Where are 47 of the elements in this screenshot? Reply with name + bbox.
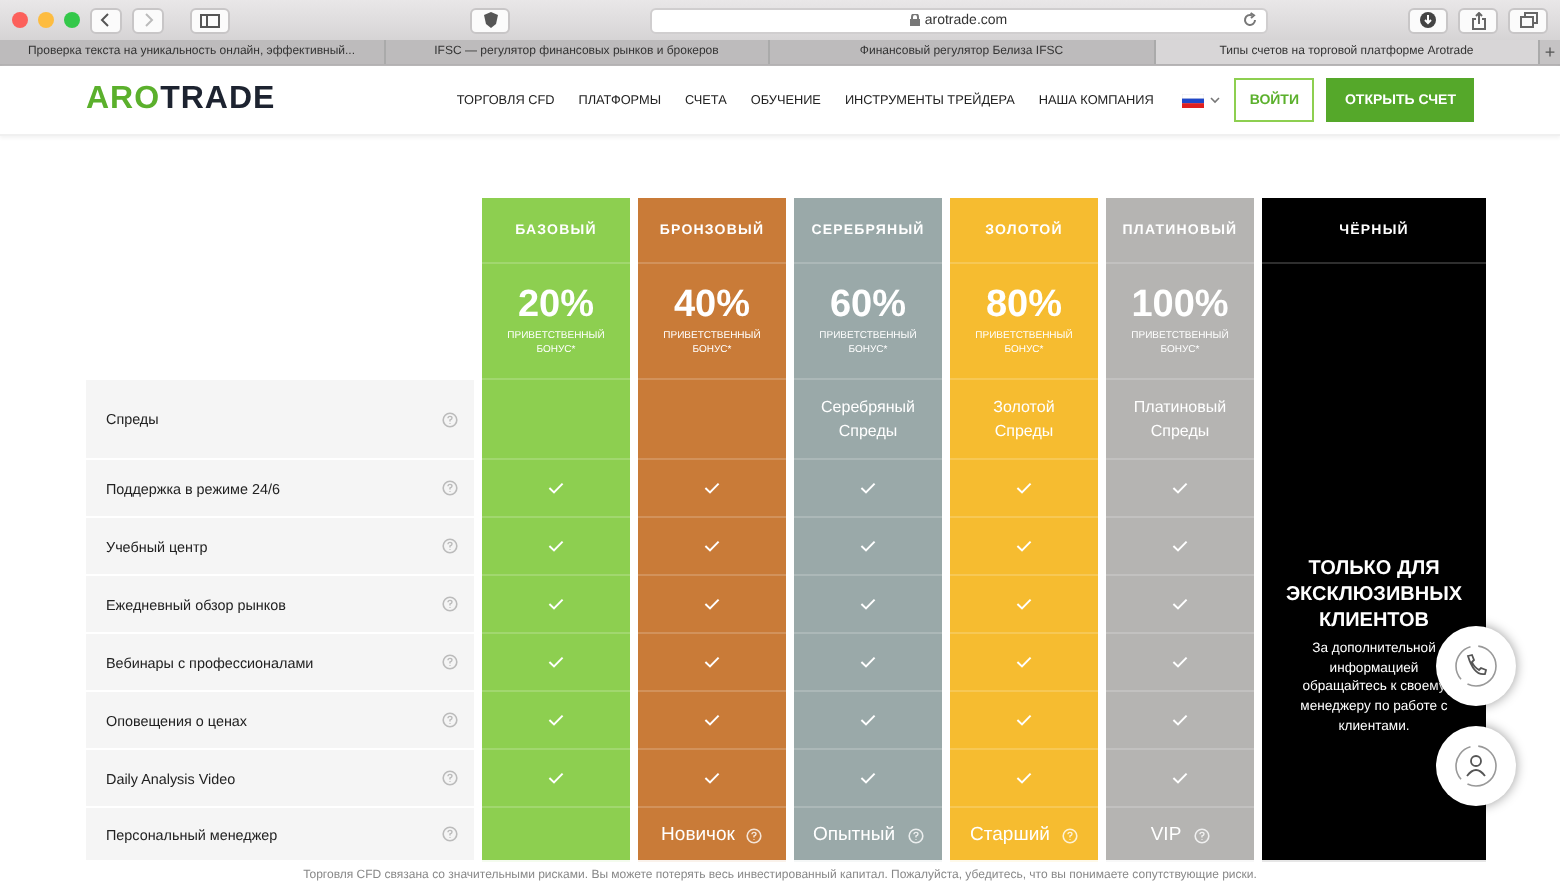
- close-window-button[interactable]: [12, 12, 28, 28]
- logo[interactable]: AROTRADE: [86, 82, 276, 118]
- lock-icon: [910, 14, 921, 26]
- spreads-value: Серебряный Спреды: [819, 396, 917, 442]
- phone-icon: [1454, 644, 1498, 688]
- download-button[interactable]: [1408, 7, 1448, 33]
- help-icon[interactable]: [442, 654, 458, 670]
- sidebar-icon: [200, 13, 220, 27]
- flag-icon: [1181, 93, 1204, 107]
- help-icon[interactable]: [442, 770, 458, 786]
- help-icon[interactable]: [442, 596, 458, 612]
- download-icon: [1420, 12, 1436, 28]
- manager-level: Опытный: [812, 824, 896, 846]
- share-icon: [1471, 11, 1485, 29]
- minimize-window-button[interactable]: [38, 12, 54, 28]
- spreads-value: Платиновый Спреды: [1131, 396, 1229, 442]
- help-icon[interactable]: [442, 480, 458, 496]
- back-icon: [98, 12, 114, 28]
- bonus-percent: 40%: [673, 286, 751, 325]
- forward-icon: [140, 12, 156, 28]
- caret-icon: [1209, 96, 1220, 104]
- reload-icon[interactable]: [1242, 11, 1258, 27]
- manager-level: VIP: [1150, 824, 1182, 846]
- bonus-percent: 80%: [985, 286, 1063, 325]
- language-selector[interactable]: [1181, 93, 1220, 107]
- back-button[interactable]: [90, 7, 122, 33]
- bonus-percent: 60%: [829, 286, 907, 325]
- exclusive-title: ТОЛЬКО ДЛЯ ЭКСКЛЮЗИВНЫХ КЛИЕНТОВ: [1283, 555, 1465, 634]
- support-button[interactable]: [1436, 726, 1516, 806]
- help-icon[interactable]: [442, 411, 458, 427]
- help-icon[interactable]: [442, 712, 458, 728]
- help-icon[interactable]: [442, 826, 458, 842]
- share-button[interactable]: [1458, 7, 1498, 33]
- shield-icon: [483, 12, 497, 28]
- manager-level: Старший: [970, 824, 1050, 846]
- zoom-window-button[interactable]: [64, 12, 80, 28]
- sidebar-button[interactable]: [190, 7, 230, 33]
- forward-button[interactable]: [132, 7, 164, 33]
- help-icon[interactable]: [442, 538, 458, 554]
- shield-button[interactable]: [470, 7, 510, 33]
- tabs-icon: [1519, 12, 1537, 28]
- spreads-value: Золотой Спреды: [991, 396, 1057, 442]
- bonus-percent: 100%: [1131, 286, 1229, 325]
- tabs-button[interactable]: [1508, 7, 1548, 33]
- bonus-percent: 20%: [517, 286, 595, 325]
- person-icon: [1454, 744, 1498, 788]
- manager-level: Новичок: [661, 824, 735, 846]
